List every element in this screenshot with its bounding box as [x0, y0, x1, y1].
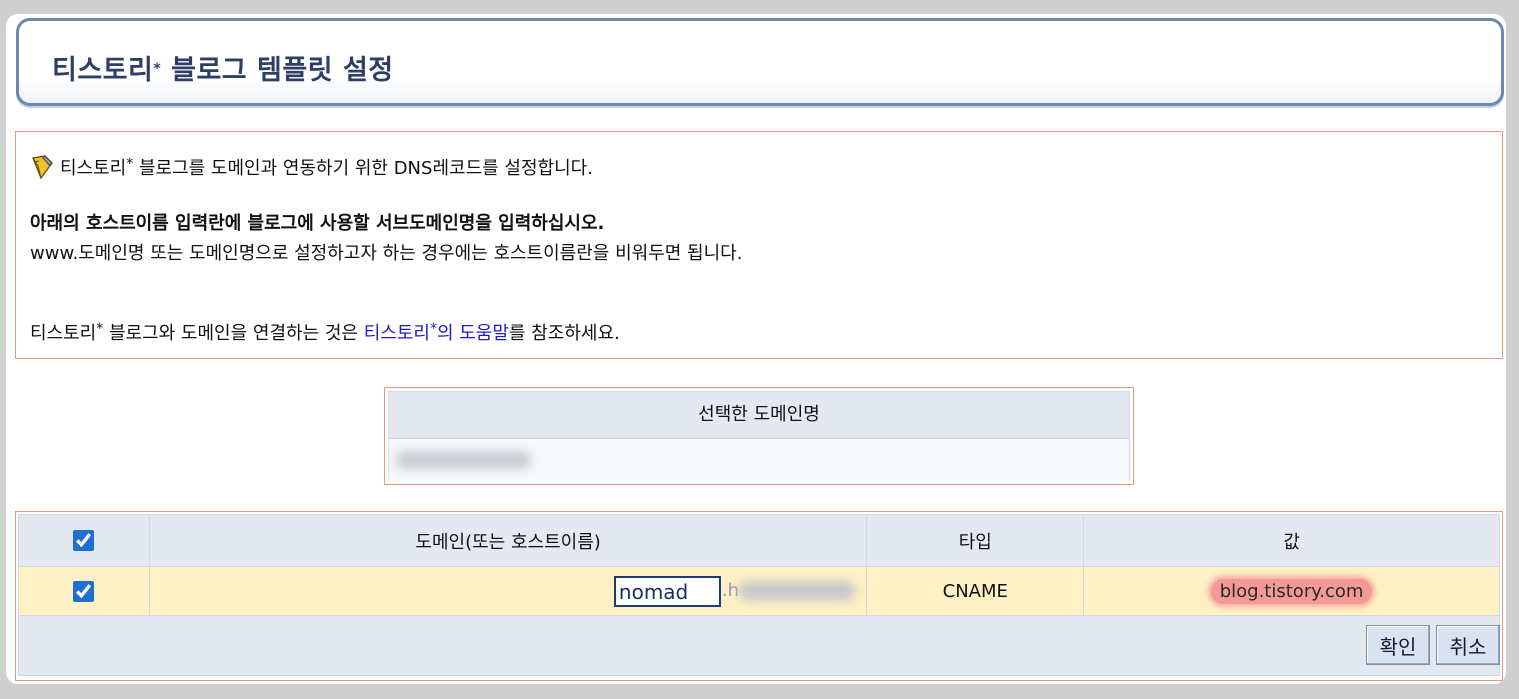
help-link[interactable]: 티스토리*의 도움말 [363, 321, 509, 344]
record-value-cell: blog.tistory.com [1083, 566, 1500, 616]
help-link-text: 의 도움말 [436, 323, 509, 344]
selected-domain-panel: 선택한 도메인명 [384, 387, 1134, 485]
info-star: * [126, 156, 134, 172]
column-header-host: 도메인(또는 호스트이름) [148, 514, 868, 567]
info-line-4-tail: 를 참조하세요. [508, 323, 620, 344]
info-line-4-text: 블로그와 도메인을 연결하는 것은 [103, 323, 364, 344]
info-line-3: www.도메인명 또는 도메인명으로 설정하고자 하는 경우에는 호스트이름란을… [30, 243, 743, 264]
actions-row: 확인 취소 [18, 615, 1500, 676]
host-cell: .h [148, 566, 868, 616]
actions-cell: 확인 취소 [18, 615, 1500, 676]
help-link-brand: 티스토리 [363, 323, 430, 344]
dialog-window: 티스토리* 블로그 템플릿 설정 티스토리* 블로그를 도메인과 연동하기 위한… [6, 14, 1506, 684]
info-line-1: 티스토리* 블로그를 도메인과 연동하기 위한 DNS레코드를 설정합니다. [30, 154, 593, 180]
info-line-4-brand: 티스토리 [30, 323, 97, 344]
dns-record-panel: 도메인(또는 호스트이름) 타입 값 .h CNAME blog.tistory… [15, 511, 1503, 681]
record-value: blog.tistory.com [1210, 578, 1373, 604]
page-title: 티스토리* 블로그 템플릿 설정 [52, 48, 394, 87]
redacted-host-domain [737, 581, 856, 601]
info-brand: 티스토리 [60, 158, 127, 179]
hostname-input[interactable] [613, 576, 721, 607]
info-line-4-star: * [96, 321, 104, 337]
row-checkbox[interactable] [73, 580, 95, 602]
select-all-checkbox[interactable] [73, 530, 95, 552]
confirm-button[interactable]: 확인 [1366, 625, 1430, 665]
title-brand: 티스토리 [52, 55, 154, 86]
record-type-cell: CNAME [866, 566, 1085, 616]
column-header-value: 값 [1083, 514, 1500, 567]
selected-domain-value [389, 439, 1129, 481]
table-row: .h CNAME blog.tistory.com [18, 566, 1500, 616]
cancel-button[interactable]: 취소 [1436, 625, 1500, 665]
row-select-cell [18, 566, 150, 616]
info-line-4: 티스토리* 블로그와 도메인을 연결하는 것은 티스토리*의 도움말를 참조하세… [30, 319, 620, 345]
redacted-domain [395, 451, 531, 469]
info-line-2: 아래의 호스트이름 입력란에 블로그에 사용할 서브도메인명을 입력하십시오. [30, 213, 605, 234]
title-star: * [153, 61, 162, 77]
column-header-type: 타입 [866, 514, 1085, 567]
select-all-cell [18, 514, 150, 567]
pencil-icon [30, 154, 54, 180]
table-header-row: 도메인(또는 호스트이름) 타입 값 [18, 514, 1500, 567]
help-link-star: * [429, 321, 437, 337]
dns-record-table: 도메인(또는 호스트이름) 타입 값 .h CNAME blog.tistory… [18, 514, 1500, 676]
selected-domain-header: 선택한 도메인명 [389, 392, 1129, 439]
host-suffix: .h [721, 580, 740, 601]
title-text: 블로그 템플릿 설정 [161, 55, 394, 86]
title-panel: 티스토리* 블로그 템플릿 설정 [16, 18, 1504, 106]
info-line-1-text: 블로그를 도메인과 연동하기 위한 DNS레코드를 설정합니다. [133, 158, 593, 179]
info-panel: 티스토리* 블로그를 도메인과 연동하기 위한 DNS레코드를 설정합니다. 아… [15, 131, 1503, 359]
